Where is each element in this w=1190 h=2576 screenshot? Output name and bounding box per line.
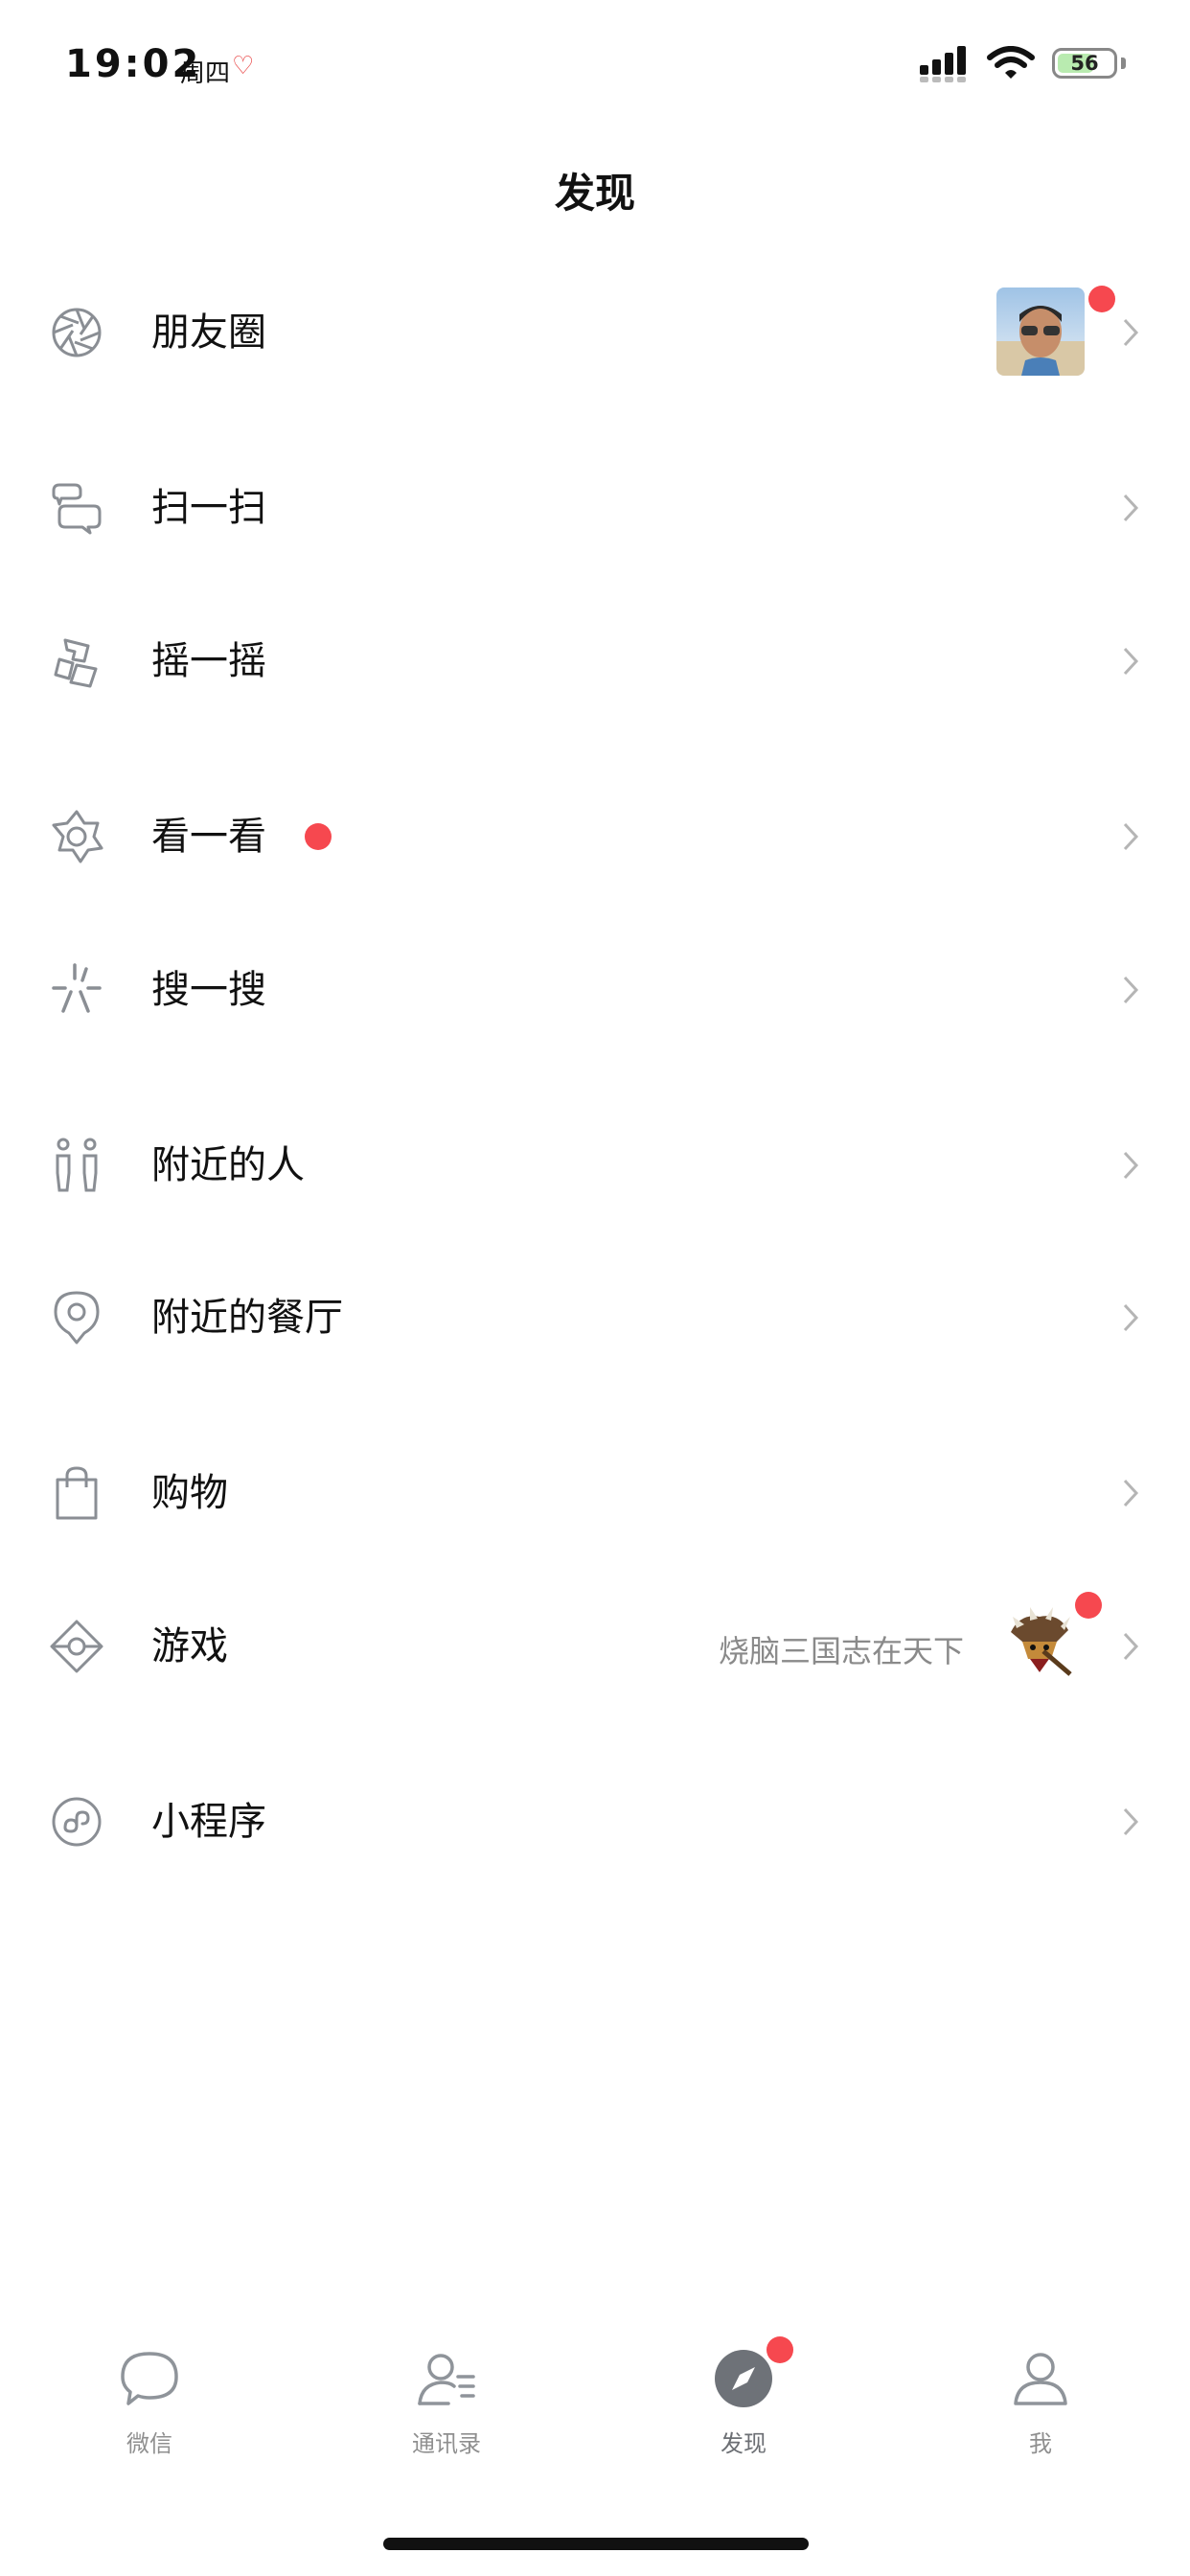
- list-item-people-nearby[interactable]: 附近的人: [0, 1093, 1190, 1237]
- item-label: 看一看: [151, 815, 266, 859]
- item-label: 附近的人: [151, 1143, 305, 1187]
- cellular-signal-icon: [920, 46, 966, 82]
- search-sparkle-icon: [52, 963, 102, 1013]
- compass-icon: [715, 2350, 772, 2407]
- top-stories-new-dot: [305, 823, 332, 850]
- tab-label: 我: [1029, 2430, 1052, 2457]
- item-label: 搜一搜: [151, 968, 266, 1012]
- chevron-right-icon: [1123, 494, 1139, 522]
- tab-chats[interactable]: 微信: [54, 2319, 245, 2463]
- list-item-games[interactable]: 游戏 烧脑三国志在天下: [0, 1575, 1190, 1718]
- chevron-right-icon: [1123, 1632, 1139, 1661]
- list-item-shake[interactable]: 摇一摇: [0, 589, 1190, 733]
- home-indicator[interactable]: [383, 2538, 809, 2550]
- heart-glyph: ♡: [232, 52, 255, 80]
- games-new-dot: [1075, 1592, 1102, 1619]
- battery-icon: 56: [1052, 48, 1117, 79]
- game-icon: [50, 1620, 103, 1673]
- weekday-label: 周四: [180, 59, 231, 88]
- contacts-icon: [418, 2354, 475, 2405]
- tab-contacts[interactable]: 通讯录: [351, 2319, 542, 2463]
- moments-aperture-icon: [52, 308, 102, 357]
- wifi-icon: [987, 46, 1035, 79]
- list-item-mini-programs[interactable]: 小程序: [0, 1750, 1190, 1894]
- list-item-scan[interactable]: 扫一扫: [0, 436, 1190, 580]
- chat-bubble-icon: [121, 2352, 178, 2405]
- discover-new-dot: [767, 2336, 793, 2363]
- tab-label: 通讯录: [412, 2430, 481, 2457]
- chevron-right-icon: [1123, 647, 1139, 676]
- tab-me[interactable]: 我: [945, 2319, 1136, 2463]
- item-label: 摇一摇: [151, 639, 266, 683]
- shopping-bag-icon: [56, 1466, 98, 1520]
- top-stories-icon: [52, 810, 103, 863]
- item-label: 朋友圈: [151, 310, 266, 355]
- people-nearby-icon: [56, 1138, 98, 1192]
- item-label: 小程序: [151, 1800, 266, 1844]
- battery-level: 56: [1070, 52, 1099, 75]
- bottom-tab-bar: 微信 通讯录 发现 我: [0, 2319, 1190, 2463]
- item-label: 购物: [151, 1471, 228, 1515]
- scan-icon: [52, 483, 102, 535]
- location-pin-icon: [54, 1291, 100, 1345]
- page-title: 发现: [554, 170, 635, 217]
- item-label: 扫一扫: [151, 486, 266, 530]
- list-item-moments[interactable]: 朋友圈: [0, 261, 1190, 404]
- shake-icon: [54, 638, 98, 688]
- item-label: 附近的餐厅: [151, 1296, 343, 1340]
- battery-tip: [1121, 58, 1126, 69]
- mini-program-icon: [52, 1797, 102, 1847]
- tab-label: 微信: [126, 2430, 172, 2457]
- tab-label: 发现: [721, 2430, 767, 2457]
- game-promo-text: 烧脑三国志在天下: [718, 1633, 964, 1669]
- chevron-right-icon: [1123, 1303, 1139, 1332]
- status-bar: 19:02 周四 ♡ 56: [0, 0, 1190, 125]
- chevron-right-icon: [1123, 822, 1139, 851]
- chevron-right-icon: [1123, 976, 1139, 1004]
- tab-discover[interactable]: 发现: [648, 2319, 839, 2463]
- list-item-nearby-restaurants[interactable]: 附近的餐厅: [0, 1246, 1190, 1390]
- chevron-right-icon: [1123, 1151, 1139, 1180]
- list-item-shopping[interactable]: 购物: [0, 1421, 1190, 1565]
- moments-avatar: [996, 288, 1085, 376]
- list-item-top-stories[interactable]: 看一看: [0, 765, 1190, 908]
- chevron-right-icon: [1123, 1479, 1139, 1507]
- list-item-search[interactable]: 搜一搜: [0, 918, 1190, 1062]
- item-label: 游戏: [151, 1624, 228, 1668]
- chevron-right-icon: [1123, 1807, 1139, 1836]
- me-person-icon: [1014, 2353, 1067, 2405]
- game-thumbnail-image: [1011, 1607, 1072, 1676]
- chevron-right-icon: [1123, 318, 1139, 347]
- moments-new-dot: [1088, 286, 1115, 312]
